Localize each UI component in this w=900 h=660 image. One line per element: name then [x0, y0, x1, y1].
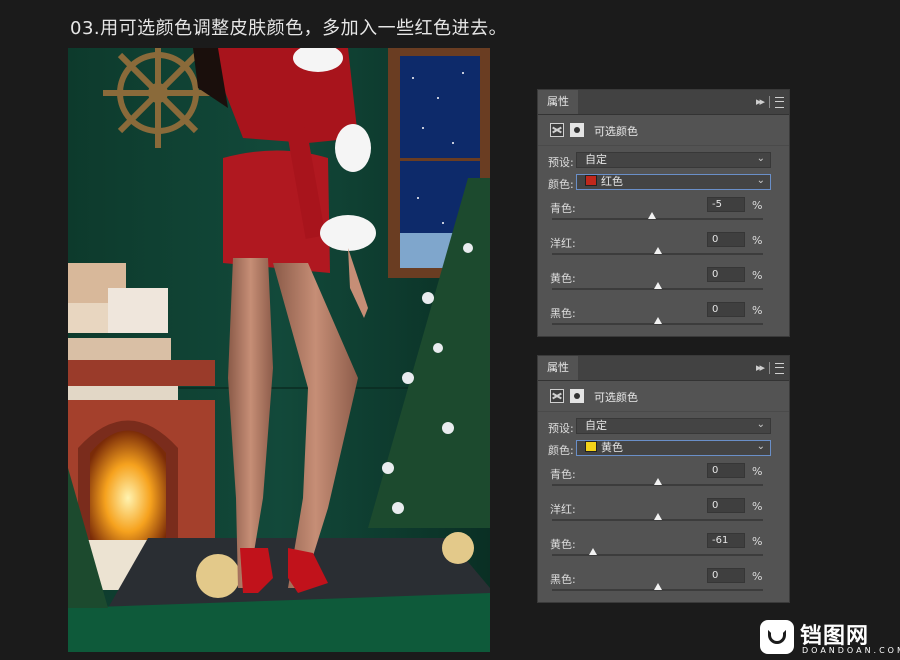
tab-properties[interactable]: 属性 [538, 356, 578, 380]
color-row: 颜色: 黄色 ⌄ [538, 438, 789, 460]
slider-yellow: 黄色: -61 % [538, 530, 789, 565]
slider-cyan: 青色: -5 % [538, 194, 789, 229]
slider-track[interactable] [552, 513, 763, 521]
slider-value-input[interactable]: 0 [707, 498, 745, 513]
slider-thumb[interactable] [653, 317, 662, 324]
percent-unit: % [752, 535, 763, 548]
slider-cyan: 青色: 0 % [538, 460, 789, 495]
adjustment-header: 可选颜色 [538, 115, 789, 146]
adjustment-icon[interactable] [550, 123, 564, 137]
hamburger-menu-icon[interactable] [775, 363, 784, 374]
slider-thumb[interactable] [653, 513, 662, 520]
preset-row: 预设: 自定 ⌄ [538, 150, 789, 172]
slider-value-input[interactable]: 0 [707, 463, 745, 478]
percent-unit: % [752, 570, 763, 583]
slider-label: 黑色: [550, 307, 576, 320]
chevron-down-icon: ⌄ [756, 419, 765, 430]
double-chevron-right-icon[interactable]: ▸▸ [756, 95, 765, 108]
adjustment-title: 可选颜色 [594, 391, 638, 404]
mask-icon[interactable] [570, 123, 584, 137]
site-watermark: 铛图网 DOANDOAN.COM [760, 618, 900, 660]
adjustment-title: 可选颜色 [594, 125, 638, 138]
slider-track[interactable] [552, 583, 763, 591]
slider-thumb[interactable] [648, 212, 657, 219]
slider-track[interactable] [552, 317, 763, 325]
chevron-down-icon: ⌄ [756, 175, 765, 186]
slider-yellow: 黄色: 0 % [538, 264, 789, 299]
slider-label: 黄色: [550, 538, 576, 551]
percent-unit: % [752, 304, 763, 317]
slider-thumb[interactable] [653, 247, 662, 254]
color-label: 颜色: [548, 178, 574, 191]
watermark-domain: DOANDOAN.COM [802, 646, 900, 655]
preset-dropdown[interactable]: 自定 ⌄ [576, 418, 771, 434]
slider-black: 黑色: 0 % [538, 299, 789, 334]
slider-thumb[interactable] [653, 478, 662, 485]
color-dropdown[interactable]: 黄色 ⌄ [576, 440, 771, 456]
slider-track[interactable] [552, 548, 763, 556]
preset-value: 自定 [585, 153, 607, 166]
chevron-down-icon: ⌄ [756, 153, 765, 164]
slider-thumb[interactable] [589, 548, 598, 555]
properties-panel-yellow: 属性 ▸▸ 可选颜色 预设: 自定 ⌄ 颜色: 黄色 ⌄ 青色: 0 % 洋红:… [537, 355, 790, 603]
slider-label: 黄色: [550, 272, 576, 285]
percent-unit: % [752, 199, 763, 212]
slider-value-input[interactable]: 0 [707, 267, 745, 282]
preset-row: 预设: 自定 ⌄ [538, 416, 789, 438]
color-value: 红色 [601, 175, 623, 188]
slider-value-input[interactable]: 0 [707, 232, 745, 247]
color-row: 颜色: 红色 ⌄ [538, 172, 789, 194]
slider-label: 青色: [550, 202, 576, 215]
slider-label: 洋红: [550, 503, 576, 516]
mask-icon[interactable] [570, 389, 584, 403]
percent-unit: % [752, 500, 763, 513]
preset-dropdown[interactable]: 自定 ⌄ [576, 152, 771, 168]
christmas-photo [68, 48, 490, 652]
tabbar-divider [769, 362, 770, 374]
adjustment-header: 可选颜色 [538, 381, 789, 412]
slider-black: 黑色: 0 % [538, 565, 789, 600]
brand-logo-icon [760, 620, 794, 654]
slider-thumb[interactable] [653, 583, 662, 590]
chevron-down-icon: ⌄ [756, 441, 765, 452]
preset-value: 自定 [585, 419, 607, 432]
page-heading: 03.用可选颜色调整皮肤颜色，多加入一些红色进去。 [70, 18, 508, 39]
color-swatch [585, 441, 597, 452]
color-label: 颜色: [548, 444, 574, 457]
preset-label: 预设: [548, 422, 574, 435]
color-value: 黄色 [601, 441, 623, 454]
panel-tabbar: 属性 ▸▸ [538, 90, 789, 115]
slider-track[interactable] [552, 478, 763, 486]
slider-track[interactable] [552, 247, 763, 255]
slider-thumb[interactable] [653, 282, 662, 289]
double-chevron-right-icon[interactable]: ▸▸ [756, 361, 765, 374]
percent-unit: % [752, 269, 763, 282]
slider-label: 青色: [550, 468, 576, 481]
hamburger-menu-icon[interactable] [775, 97, 784, 108]
slider-value-input[interactable]: 0 [707, 568, 745, 583]
percent-unit: % [752, 234, 763, 247]
color-dropdown[interactable]: 红色 ⌄ [576, 174, 771, 190]
color-swatch [585, 175, 597, 186]
adjustment-icon[interactable] [550, 389, 564, 403]
tabbar-divider [769, 96, 770, 108]
percent-unit: % [752, 465, 763, 478]
slider-track[interactable] [552, 212, 763, 220]
slider-magenta: 洋红: 0 % [538, 495, 789, 530]
slider-value-input[interactable]: 0 [707, 302, 745, 317]
preset-label: 预设: [548, 156, 574, 169]
slider-label: 黑色: [550, 573, 576, 586]
slider-value-input[interactable]: -5 [707, 197, 745, 212]
slider-value-input[interactable]: -61 [707, 533, 745, 548]
slider-label: 洋红: [550, 237, 576, 250]
slider-track[interactable] [552, 282, 763, 290]
properties-panel-red: 属性 ▸▸ 可选颜色 预设: 自定 ⌄ 颜色: 红色 ⌄ 青色: -5 % 洋红… [537, 89, 790, 337]
tab-properties[interactable]: 属性 [538, 90, 578, 114]
panel-tabbar: 属性 ▸▸ [538, 356, 789, 381]
slider-magenta: 洋红: 0 % [538, 229, 789, 264]
